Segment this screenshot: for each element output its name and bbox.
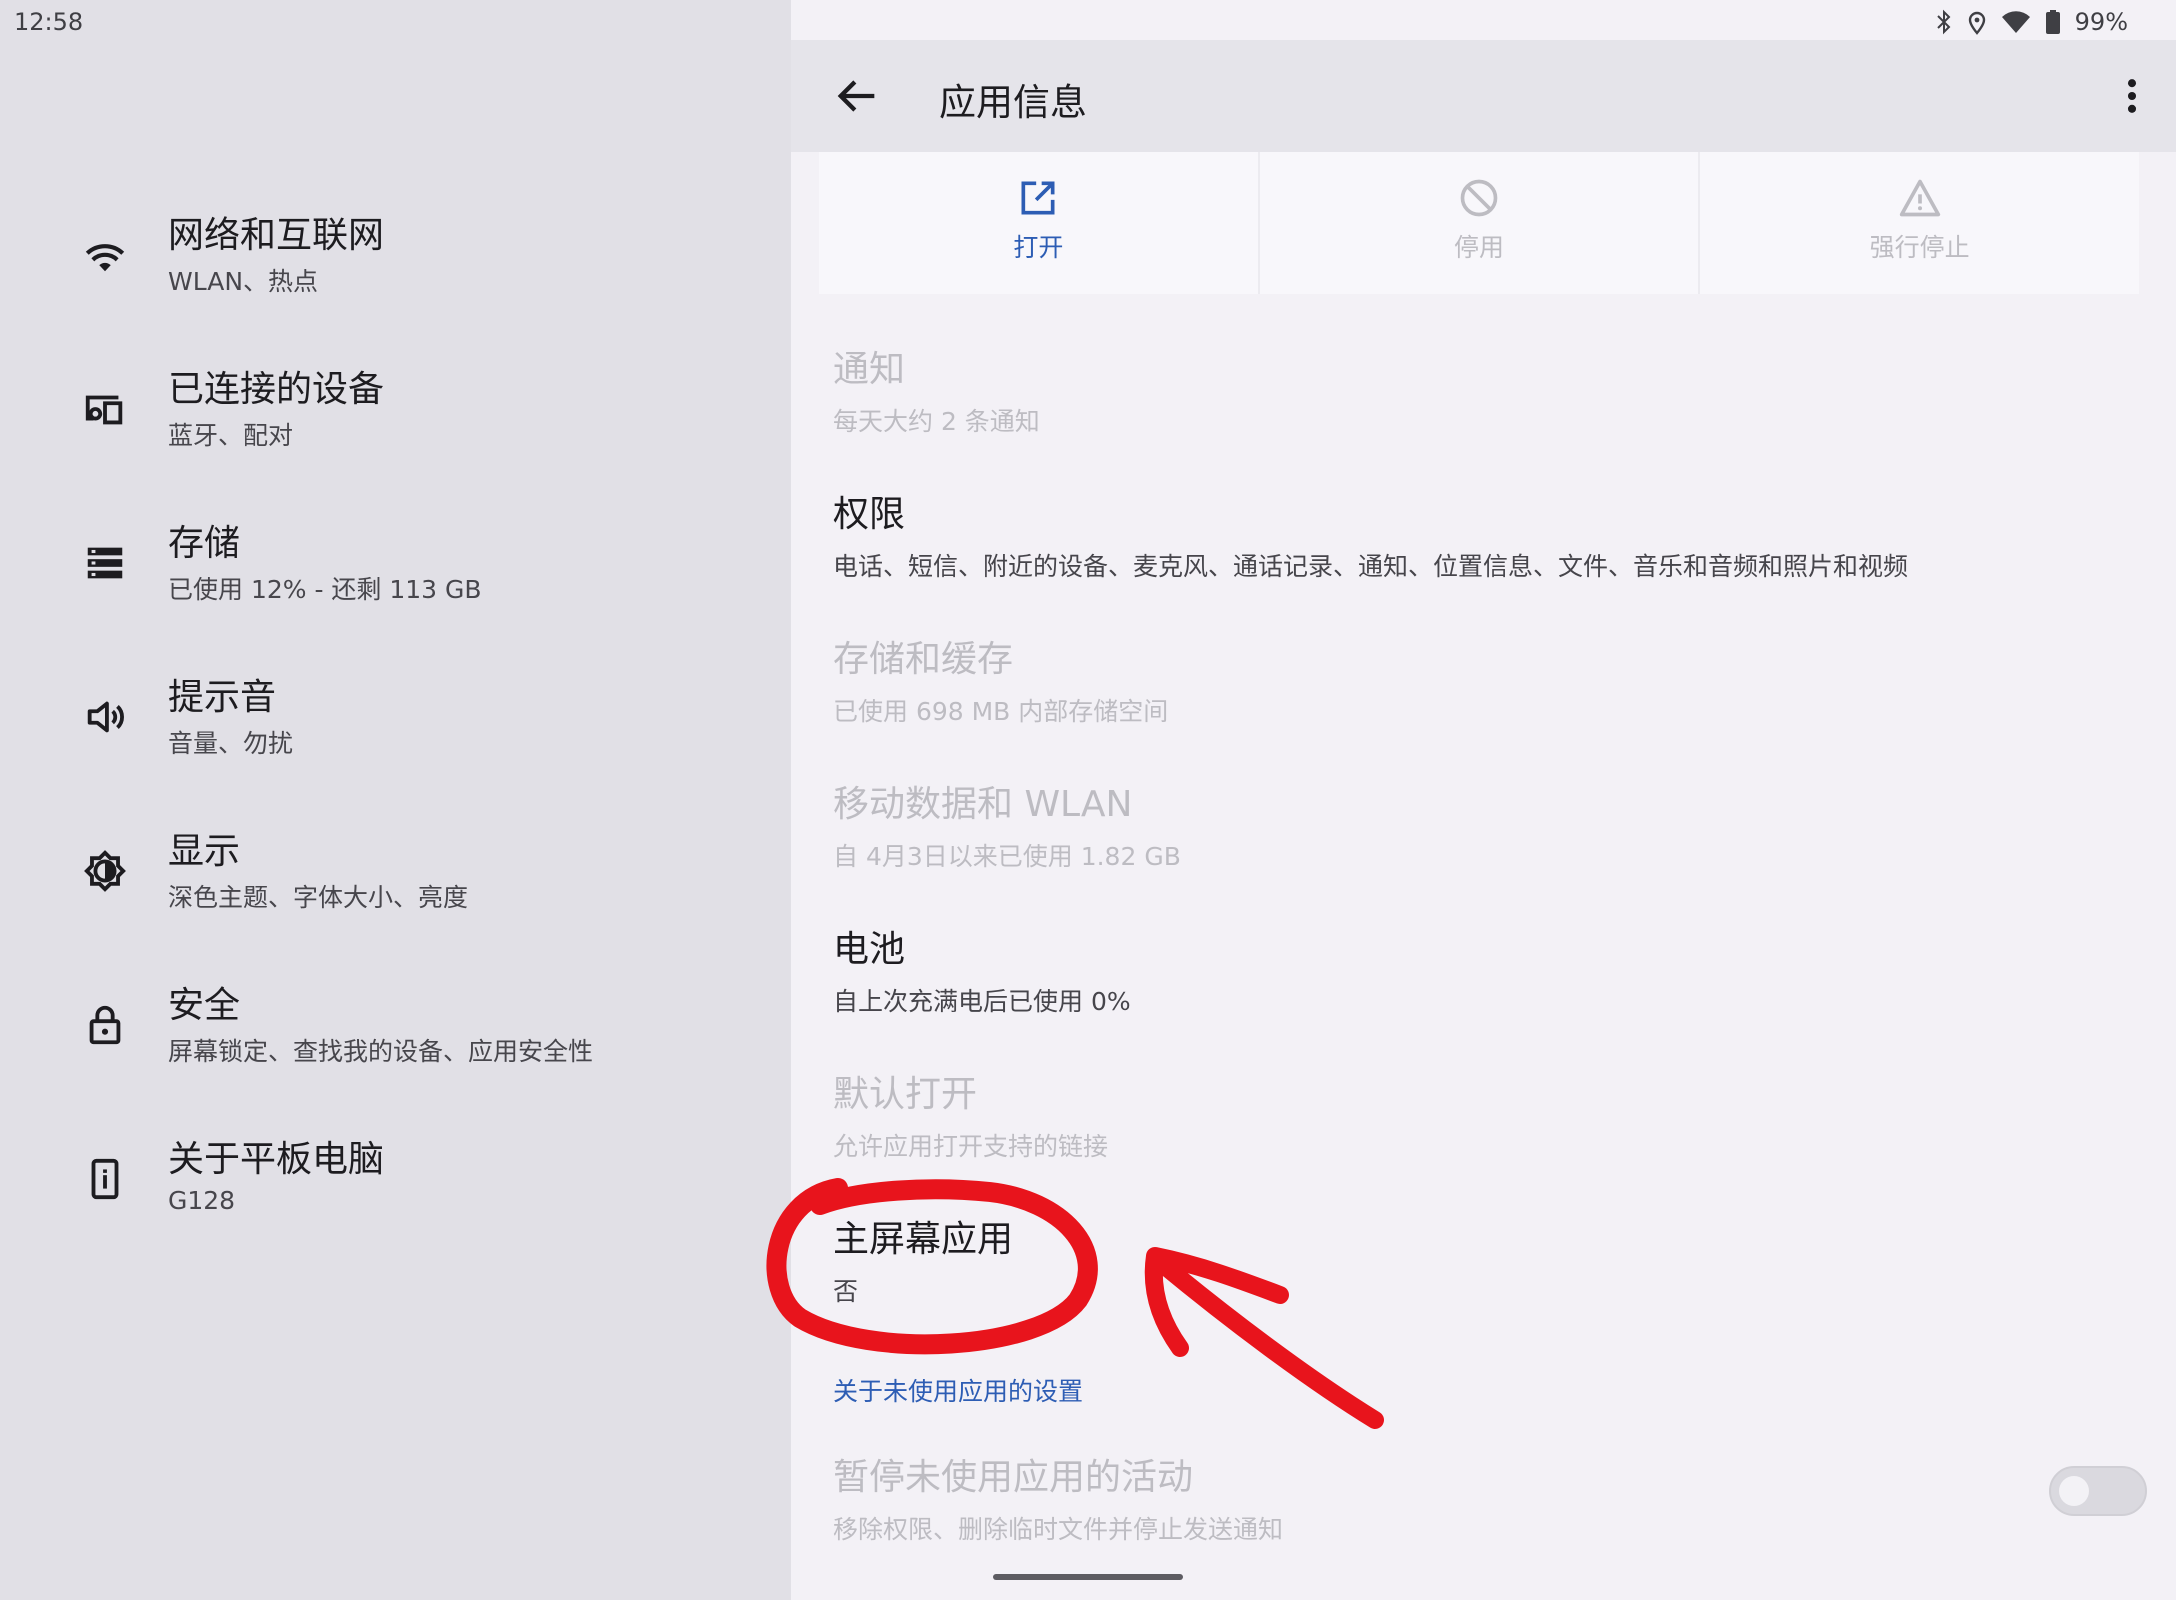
mobile-data-row[interactable]: 移动数据和 WLAN 自 4月3日以来已使用 1.82 GB: [833, 775, 1181, 873]
unused-apps-settings-link[interactable]: 关于未使用应用的设置: [833, 1372, 1083, 1408]
action-buttons-card: 打开 停用 强行停止: [819, 152, 2139, 294]
row-subtitle: 电话、短信、附近的设备、麦克风、通话记录、通知、位置信息、文件、音乐和音频和照片…: [833, 552, 1909, 581]
open-button[interactable]: 打开: [819, 152, 1260, 294]
storage-cache-row[interactable]: 存储和缓存 已使用 698 MB 内部存储空间: [833, 630, 1168, 728]
sidebar-item-title: 显示: [168, 831, 241, 872]
disable-icon: [1460, 179, 1498, 217]
battery-row[interactable]: 电池 自上次充满电后已使用 0%: [833, 920, 1131, 1018]
row-title: 主屏幕应用: [833, 1219, 1014, 1260]
sidebar-item-title: 已连接的设备: [168, 369, 385, 410]
brightness-icon: [84, 850, 126, 892]
row-title: 电池: [833, 929, 906, 970]
notifications-row[interactable]: 通知 每天大约 2 条通知: [833, 340, 1040, 438]
tablet-info-icon: [91, 1158, 119, 1200]
sidebar-item-title: 关于平板电脑: [168, 1139, 385, 1180]
pause-unused-activity-row[interactable]: 暂停未使用应用的活动 移除权限、删除临时文件并停止发送通知: [833, 1448, 1283, 1546]
pause-activity-toggle[interactable]: [2049, 1466, 2147, 1516]
sidebar-item-subtitle: 蓝牙、配对: [168, 421, 294, 450]
wifi-icon: [85, 244, 125, 272]
row-subtitle: 允许应用打开支持的链接: [833, 1132, 1109, 1161]
more-options-icon[interactable]: [2110, 74, 2154, 118]
sidebar-item-subtitle: 屏幕锁定、查找我的设备、应用安全性: [168, 1037, 594, 1066]
row-subtitle: 自 4月3日以来已使用 1.82 GB: [833, 842, 1181, 871]
disable-label: 停用: [1454, 233, 1505, 262]
volume-icon: [87, 701, 124, 733]
row-title: 默认打开: [833, 1074, 978, 1115]
home-indicator[interactable]: [993, 1574, 1183, 1580]
sidebar-item-subtitle: G128: [168, 1186, 236, 1215]
row-subtitle: 否: [833, 1277, 859, 1306]
battery-icon: [2045, 10, 2060, 34]
app-bar: 应用信息: [791, 40, 2176, 152]
row-title: 存储和缓存: [833, 639, 1014, 680]
warning-icon: [1899, 179, 1940, 217]
back-arrow-icon[interactable]: [831, 70, 883, 122]
sidebar-item-title: 安全: [168, 985, 241, 1026]
sidebar-item-subtitle: 已使用 12% - 还剩 113 GB: [168, 575, 482, 604]
force-stop-button[interactable]: 强行停止: [1700, 152, 2139, 294]
sidebar-item-title: 提示音: [168, 677, 277, 718]
settings-sidebar: 12:58 网络和互联网 WLAN、热点 已连接的设备 蓝牙、配对 存储 已使用…: [0, 0, 791, 1600]
bluetooth-icon: [1936, 9, 1951, 35]
lock-icon: [89, 1005, 121, 1045]
force-stop-label: 强行停止: [1869, 233, 1970, 262]
home-app-row[interactable]: 主屏幕应用 否: [833, 1210, 1013, 1308]
battery-percent: 99%: [2074, 8, 2128, 36]
row-subtitle: 自上次充满电后已使用 0%: [833, 987, 1131, 1016]
status-time: 12:58: [14, 8, 84, 36]
app-info-pane: 99% 应用信息 打开 停用 强行停止 通知 每天大约 2 条通知 权限 电话、…: [791, 0, 2176, 1600]
sidebar-item-security[interactable]: 安全 屏幕锁定、查找我的设备、应用安全性: [0, 950, 791, 1100]
disable-button[interactable]: 停用: [1260, 152, 1701, 294]
open-label: 打开: [1013, 233, 1064, 262]
sidebar-item-title: 网络和互联网: [168, 215, 385, 256]
sidebar-item-subtitle: 音量、勿扰: [168, 729, 294, 758]
row-title: 权限: [833, 494, 906, 535]
sidebar-item-subtitle: WLAN、热点: [168, 267, 319, 296]
status-icons: 99%: [1935, 6, 2128, 38]
row-title: 移动数据和 WLAN: [833, 784, 1133, 825]
storage-icon: [87, 547, 123, 579]
wifi-icon: [2001, 11, 2030, 33]
row-subtitle: 每天大约 2 条通知: [833, 407, 1040, 436]
row-title: 通知: [833, 349, 906, 390]
open-by-default-row[interactable]: 默认打开 允许应用打开支持的链接: [833, 1065, 1108, 1163]
permissions-row[interactable]: 权限 电话、短信、附近的设备、麦克风、通话记录、通知、位置信息、文件、音乐和音频…: [833, 485, 1908, 583]
toggle-knob: [2059, 1476, 2089, 1506]
sidebar-item-sound[interactable]: 提示音 音量、勿扰: [0, 642, 791, 792]
devices-icon: [85, 395, 123, 425]
page-title: 应用信息: [939, 81, 1087, 124]
sidebar-item-title: 存储: [168, 523, 241, 564]
sidebar-item-display[interactable]: 显示 深色主题、字体大小、亮度: [0, 796, 791, 946]
sidebar-item-storage[interactable]: 存储 已使用 12% - 还剩 113 GB: [0, 488, 791, 638]
row-subtitle: 已使用 698 MB 内部存储空间: [833, 697, 1169, 726]
sidebar-item-network[interactable]: 网络和互联网 WLAN、热点: [0, 180, 791, 330]
sidebar-item-subtitle: 深色主题、字体大小、亮度: [168, 883, 469, 912]
row-subtitle: 移除权限、删除临时文件并停止发送通知: [833, 1515, 1284, 1544]
row-title: 暂停未使用应用的活动: [833, 1457, 1194, 1498]
sidebar-item-connected-devices[interactable]: 已连接的设备 蓝牙、配对: [0, 334, 791, 484]
location-icon: [1968, 11, 1985, 35]
sidebar-item-about[interactable]: 关于平板电脑 G128: [0, 1104, 791, 1254]
open-external-icon: [1021, 181, 1055, 215]
